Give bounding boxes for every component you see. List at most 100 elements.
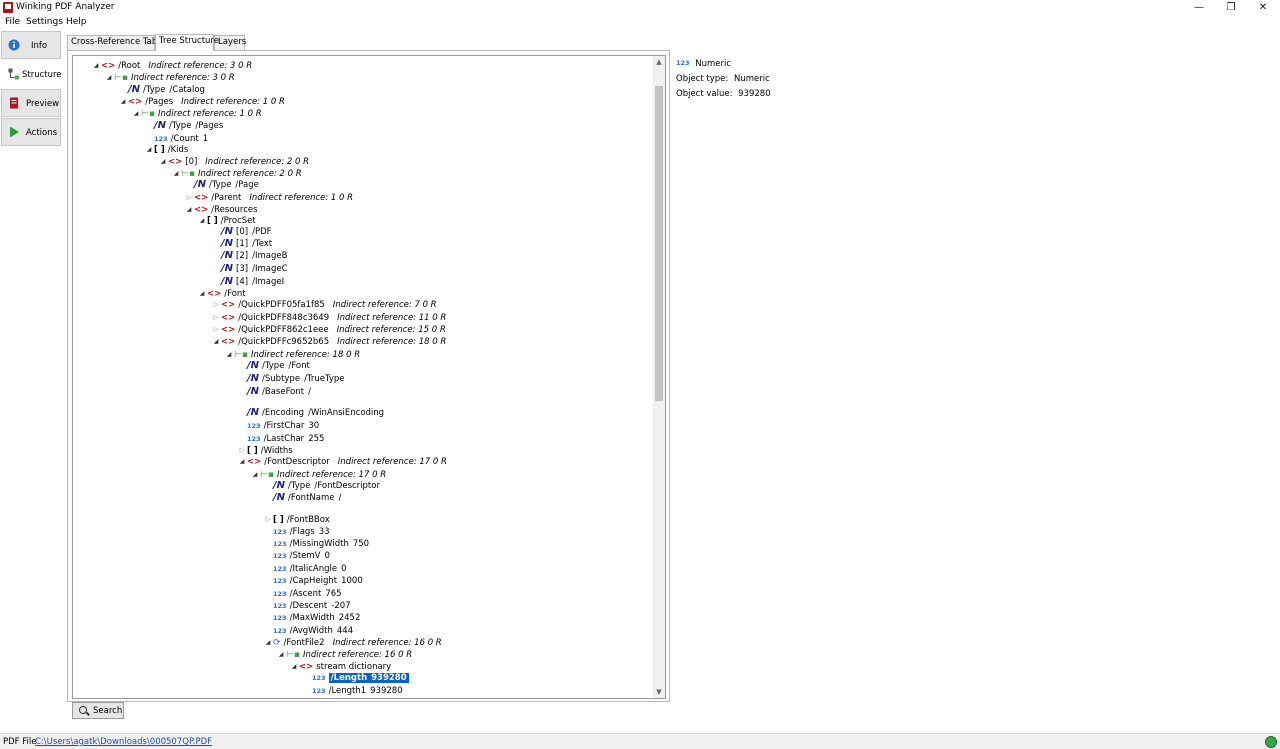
expand-arrow-icon[interactable]: ▷ xyxy=(211,299,221,311)
tree-node[interactable]: 123/Length 939280 xyxy=(302,672,409,684)
tree-node[interactable]: /N/Encoding/WinAnsiEncoding xyxy=(237,407,384,419)
collapse-arrow-icon[interactable]: ◢ xyxy=(237,456,247,468)
tree-node[interactable]: 123/StemV 0 xyxy=(263,550,330,562)
node-key: [3] xyxy=(236,264,249,274)
collapse-arrow-icon[interactable]: ◢ xyxy=(131,108,141,120)
tab-cross-reference-table[interactable]: Cross-Reference Table xyxy=(67,35,165,50)
tree-node[interactable]: 123/MaxWidth 2452 xyxy=(263,612,360,624)
tree-node[interactable]: 123/MissingWidth 750 xyxy=(263,538,369,550)
tree-node[interactable]: ◢ <>/Root Indirect reference: 3 0 R xyxy=(91,60,252,72)
tree-node[interactable]: ▷ <>/QuickPDFF862c1eee Indirect reference:… xyxy=(211,324,446,336)
tab-tree-structure[interactable]: Tree Structure xyxy=(155,34,219,51)
collapse-arrow-icon[interactable]: ◢ xyxy=(171,168,181,180)
tree-node[interactable]: /N/BaseFont / xyxy=(237,386,311,398)
node-key: /Type xyxy=(169,121,192,131)
tree-node[interactable]: ◢ ⟳/FontFile2 Indirect reference: 16 0 R xyxy=(263,637,442,649)
tree-node[interactable]: ▷[ ]/FontBBox xyxy=(263,514,334,526)
vertical-scrollbar[interactable]: ▲ ▼ xyxy=(653,56,665,698)
tree-node[interactable]: 123/Descent -207 xyxy=(263,600,351,612)
sidebar-item-info[interactable]: Info xyxy=(1,31,61,59)
menu-help[interactable]: Help xyxy=(66,17,87,27)
tree-node[interactable]: ▷ <>/QuickPDFF848c3649 Indirect reference:… xyxy=(211,312,447,324)
collapse-arrow-icon[interactable]: ◢ xyxy=(144,144,154,156)
tree-node[interactable]: 123/ItalicAngle 0 xyxy=(263,563,347,575)
collapse-arrow-icon[interactable]: ◢ xyxy=(197,288,207,300)
node-value: 765 xyxy=(325,589,342,599)
collapse-arrow-icon[interactable]: ◢ xyxy=(276,649,286,661)
sidebar-item-label: Structure xyxy=(22,70,62,80)
tree-node[interactable]: /N [1]/Text xyxy=(211,238,272,250)
tree-node[interactable]: /N/Type/Font xyxy=(237,360,310,372)
sidebar-item-preview[interactable]: Preview xyxy=(1,89,61,117)
tree-node[interactable]: ◢ <> [0] Indirect reference: 2 0 R xyxy=(158,156,309,168)
tree-node[interactable]: ▷ <>/Parent Indirect reference: 1 0 R xyxy=(184,192,353,204)
tree-node[interactable]: /N [3]/ImageC xyxy=(211,263,288,275)
tree-node[interactable]: 123/Length1 939280 xyxy=(302,685,403,697)
node-key: [0] xyxy=(185,157,198,167)
sidebar-item-label: Actions xyxy=(26,128,58,138)
tree-node[interactable]: ◢ <>/FontDescriptor Indirect reference: 17… xyxy=(237,456,447,468)
expand-arrow-icon[interactable]: ▷ xyxy=(211,324,221,336)
tree-view[interactable]: ◢ <>/Root Indirect reference: 3 0 R ◢ ⊢▪ Indi… xyxy=(72,55,666,699)
tree-node[interactable]: /N [4]/ImageI xyxy=(211,276,284,288)
node-reference: Indirect reference: 1 0 R xyxy=(157,109,262,119)
tree-node[interactable]: ◢ <>/Pages Indirect reference: 1 0 R xyxy=(118,96,285,108)
collapse-arrow-icon[interactable]: ◢ xyxy=(289,661,299,673)
expand-arrow-icon[interactable]: ▷ xyxy=(184,192,194,204)
node-key: stream dictionary xyxy=(316,662,392,672)
tree-node[interactable]: 123/CapHeight 1000 xyxy=(263,575,363,587)
tree-node[interactable]: /N/FontName / xyxy=(263,492,341,504)
collapse-arrow-icon[interactable]: ◢ xyxy=(104,72,114,84)
tree-node[interactable]: ◢[ ]/Kids xyxy=(144,144,192,156)
expand-arrow-icon[interactable]: ▷ xyxy=(211,312,221,324)
restore-button[interactable]: ❐ xyxy=(1216,0,1246,15)
sidebar-item-actions[interactable]: Actions xyxy=(1,118,61,146)
tree-node[interactable]: 123/AvgWidth 444 xyxy=(263,625,353,637)
tree-node[interactable]: ◢ ⊢▪ Indirect reference: 1 0 R xyxy=(131,108,262,120)
detail-object-type-row: Object type: Numeric xyxy=(676,74,770,84)
tree-node[interactable]: /N [0]/PDF xyxy=(211,226,272,238)
collapse-arrow-icon[interactable]: ◢ xyxy=(158,156,168,168)
node-value: /WinAnsiEncoding xyxy=(308,408,385,418)
tree-node[interactable]: 123/Flags 33 xyxy=(263,526,330,538)
menu-settings[interactable]: Settings xyxy=(26,17,63,27)
node-value: /Catalog xyxy=(169,85,205,95)
collapse-arrow-icon[interactable]: ◢ xyxy=(211,336,221,348)
tree-node[interactable]: /N/Type/Pages xyxy=(144,120,223,132)
menu-file[interactable]: File xyxy=(5,17,20,27)
pdf-file-path-link[interactable]: C:\Users\agatk\Downloads\000507QP.PDF xyxy=(35,737,212,747)
tree-node[interactable]: ▷ <>/QuickPDFF05fa1f85 Indirect reference:… xyxy=(211,299,437,311)
tree-node[interactable]: 123/FirstChar 30 xyxy=(237,420,319,432)
name-object-icon: /N xyxy=(221,226,234,237)
tree-node[interactable]: ◢ ⊢▪ Indirect reference: 16 0 R xyxy=(276,649,412,661)
scroll-down-icon[interactable]: ▼ xyxy=(653,686,665,698)
node-reference: Indirect reference: 1 0 R xyxy=(249,193,354,203)
tree-node[interactable]: /N/Type/FontDescriptor xyxy=(263,480,380,492)
collapse-arrow-icon[interactable]: ◢ xyxy=(197,215,207,227)
collapse-arrow-icon[interactable]: ◢ xyxy=(263,637,273,649)
tree-node[interactable]: 123/LastChar 255 xyxy=(237,433,324,445)
tree-node[interactable]: ◢ <>/QuickPDFFc9652b65 Indirect reference:… xyxy=(211,336,447,348)
name-object-icon: /N xyxy=(247,407,260,418)
scroll-thumb[interactable] xyxy=(655,86,663,401)
close-button[interactable]: ✕ xyxy=(1248,0,1278,15)
collapse-arrow-icon[interactable]: ◢ xyxy=(118,96,128,108)
minimize-button[interactable]: — xyxy=(1184,0,1214,15)
collapse-arrow-icon[interactable]: ◢ xyxy=(224,349,234,361)
sidebar-item-structure[interactable]: Structure xyxy=(1,60,62,88)
dictionary-icon: <> xyxy=(128,97,143,107)
expand-arrow-icon[interactable]: ▷ xyxy=(263,514,273,526)
node-value: /ImageI xyxy=(252,277,285,287)
search-button[interactable]: Search xyxy=(72,702,124,719)
collapse-arrow-icon[interactable]: ◢ xyxy=(250,469,260,481)
scroll-up-icon[interactable]: ▲ xyxy=(653,56,665,68)
collapse-arrow-icon[interactable]: ◢ xyxy=(184,204,194,216)
node-key: /QuickPDFF05fa1f85 xyxy=(238,300,325,310)
tree-node[interactable]: /N/Type/Catalog xyxy=(118,84,205,96)
tree-node[interactable]: /N [2]/ImageB xyxy=(211,250,287,262)
tree-node[interactable]: 123/Ascent 765 xyxy=(263,588,342,600)
tree-node[interactable]: /N/Type/Page xyxy=(184,179,259,191)
tree-node[interactable]: /N/Subtype/TrueType xyxy=(237,373,345,385)
tree-node[interactable]: ◢ ⊢▪ Indirect reference: 3 0 R xyxy=(104,72,235,84)
collapse-arrow-icon[interactable]: ◢ xyxy=(91,60,101,72)
